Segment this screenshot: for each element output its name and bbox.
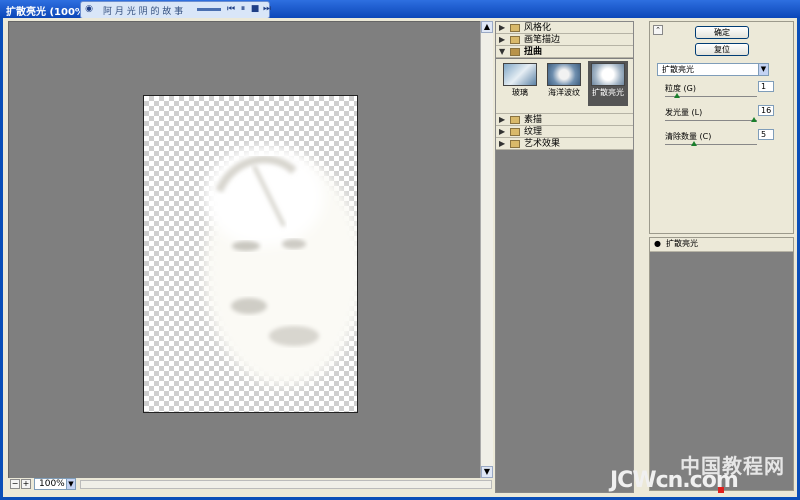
filter-group-label: 艺术效果	[524, 139, 561, 149]
scroll-up-icon[interactable]: ▲	[481, 21, 493, 33]
title-bar: 扩散亮光 (100%) ◉ 阿 月 光 阴 的 故 事 ⏮ ⏸ ■ ⏭	[0, 0, 800, 19]
filter-select[interactable]: 扩散亮光 ▼	[657, 63, 769, 76]
ocean-ripple-thumbnail-image	[547, 63, 581, 86]
previous-icon[interactable]: ⏮	[225, 3, 237, 15]
open-folder-icon	[510, 48, 520, 56]
expand-triangle-icon[interactable]: ▶	[499, 115, 505, 125]
graininess-label: 粒度 (G)	[665, 84, 696, 93]
zoom-in-button[interactable]: +	[21, 479, 31, 489]
filter-group-label: 风格化	[524, 23, 552, 33]
visibility-eye-icon[interactable]: ●	[653, 239, 662, 248]
filter-gallery: ▲ ▼ − + 100% ▼ ▶ 风格化 ▶ 画笔描边 ▼ 扭曲 玻璃 海洋波纹…	[3, 18, 797, 497]
zoom-select[interactable]: 100% ▼	[34, 478, 76, 490]
expand-triangle-icon[interactable]: ▶	[499, 139, 505, 149]
glow-amount-label: 发光量 (L)	[665, 108, 703, 117]
distort-filter-thumbnails: 玻璃 海洋波纹 扩散亮光	[496, 59, 633, 114]
zoom-out-button[interactable]: −	[10, 479, 20, 489]
media-track-label: 阿 月 光 阴 的 故 事	[103, 7, 184, 17]
filter-group-stylize[interactable]: ▶ 风格化	[496, 22, 633, 34]
site-watermark: 中国教程网 JCWcn.com	[610, 450, 800, 496]
glow-amount-input[interactable]: 16	[758, 105, 774, 116]
collapse-gallery-icon[interactable]: ⌃	[653, 25, 663, 35]
preview-vertical-scrollbar[interactable]: ▲ ▼	[480, 21, 493, 478]
next-icon[interactable]: ⏭	[261, 3, 273, 15]
slider-knob-icon[interactable]	[751, 117, 757, 122]
slider-knob-icon[interactable]	[691, 141, 697, 146]
preview-area[interactable]	[8, 21, 482, 480]
folder-icon	[510, 128, 520, 136]
preview-canvas[interactable]	[143, 95, 358, 413]
folder-icon	[510, 116, 520, 124]
window-title: 扩散亮光 (100%)	[6, 7, 90, 18]
clear-amount-input[interactable]: 5	[758, 129, 774, 140]
filter-thumb-ocean-ripple[interactable]: 海洋波纹	[544, 61, 584, 106]
filter-thumb-label: 海洋波纹	[548, 88, 580, 97]
pause-icon[interactable]: ⏸	[237, 3, 249, 15]
filter-group-artistic[interactable]: ▶ 艺术效果	[496, 138, 633, 150]
preview-horizontal-scrollbar[interactable]	[80, 480, 492, 489]
reset-button[interactable]: 复位	[695, 43, 749, 56]
filter-group-texture[interactable]: ▶ 纹理	[496, 126, 633, 138]
graininess-slider[interactable]	[665, 93, 757, 98]
folder-icon	[510, 140, 520, 148]
effect-layer-item[interactable]: ● 扩散亮光	[650, 238, 793, 252]
ok-button[interactable]: 确定	[695, 26, 749, 39]
clear-amount-label: 清除数量 (C)	[665, 132, 712, 141]
app-window: 扩散亮光 (100%) ◉ 阿 月 光 阴 的 故 事 ⏮ ⏸ ■ ⏭ ▲ ▼ …	[0, 0, 800, 500]
filter-select-value: 扩散亮光	[662, 65, 694, 74]
expand-triangle-icon[interactable]: ▶	[499, 23, 505, 33]
clear-amount-slider[interactable]	[665, 141, 757, 146]
media-bar: ◉ 阿 月 光 阴 的 故 事 ⏮ ⏸ ■ ⏭	[80, 1, 273, 19]
filter-group-label: 素描	[524, 115, 543, 125]
filter-group-label: 纹理	[524, 127, 543, 137]
diffuse-glow-thumbnail-image	[591, 63, 625, 86]
zoom-value: 100%	[39, 479, 65, 489]
watermark-dot-icon	[718, 487, 724, 493]
glass-thumbnail-image	[503, 63, 537, 86]
filter-group-label: 扭曲	[524, 47, 543, 57]
filter-group-brush-strokes[interactable]: ▶ 画笔描边	[496, 34, 633, 46]
scroll-down-icon[interactable]: ▼	[481, 466, 493, 478]
folder-icon	[510, 24, 520, 32]
filter-thumb-glass[interactable]: 玻璃	[500, 61, 540, 106]
filter-settings-panel: ⌃ 确定 复位 扩散亮光 ▼ 粒度 (G) 1 发光量 (L) 16 清除数量 …	[649, 21, 794, 234]
filter-thumb-label: 玻璃	[512, 88, 528, 97]
glow-amount-slider[interactable]	[665, 117, 757, 122]
filter-thumb-label: 扩散亮光	[592, 88, 624, 97]
volume-slider[interactable]	[197, 8, 221, 11]
graininess-input[interactable]: 1	[758, 81, 774, 92]
preview-statusbar: − + 100% ▼	[8, 478, 492, 491]
stop-icon[interactable]: ■	[249, 3, 261, 15]
slider-knob-icon[interactable]	[674, 93, 680, 98]
expand-triangle-icon[interactable]: ▶	[499, 127, 505, 137]
filter-group-label: 画笔描边	[524, 35, 561, 45]
diffused-glow-preview-image	[204, 146, 357, 386]
effect-layer-label: 扩散亮光	[666, 239, 698, 248]
collapse-triangle-icon[interactable]: ▼	[499, 47, 505, 57]
filter-thumb-diffuse-glow[interactable]: 扩散亮光	[588, 61, 628, 106]
filter-list: ▶ 风格化 ▶ 画笔描边 ▼ 扭曲 玻璃 海洋波纹 扩散亮光 ▶ 素描 ▶ 纹理…	[495, 21, 634, 493]
chevron-down-icon[interactable]: ▼	[758, 63, 769, 76]
filter-group-distort[interactable]: ▼ 扭曲	[496, 46, 633, 58]
folder-icon	[510, 36, 520, 44]
expand-triangle-icon[interactable]: ▶	[499, 35, 505, 45]
filter-group-sketch[interactable]: ▶ 素描	[496, 114, 633, 126]
menu-icon[interactable]: ◉	[83, 3, 95, 15]
chevron-down-icon[interactable]: ▼	[66, 478, 76, 490]
